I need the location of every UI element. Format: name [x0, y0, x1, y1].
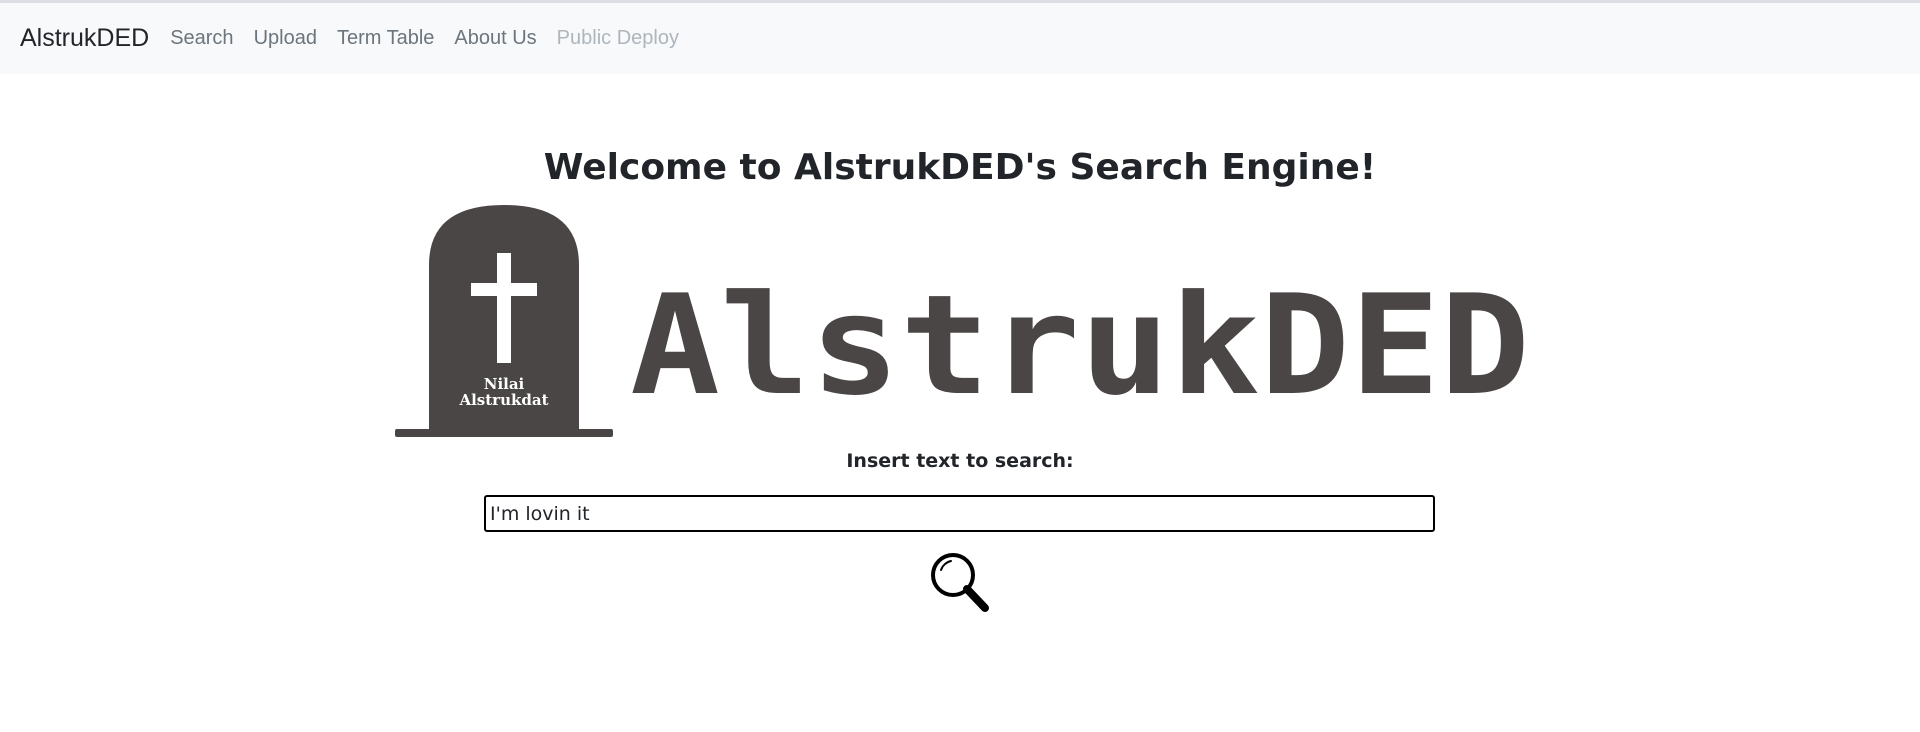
- nav-link-upload[interactable]: Upload: [244, 27, 327, 50]
- nav-link-term-table[interactable]: Term Table: [327, 27, 444, 50]
- navbar: AlstrukDED Search Upload Term Table Abou…: [0, 3, 1920, 74]
- search-button[interactable]: [925, 548, 995, 618]
- tombstone-icon: Nilai Alstrukdat: [395, 205, 613, 437]
- nav-link-about-us[interactable]: About Us: [444, 27, 546, 50]
- search-label: Insert text to search:: [846, 450, 1074, 472]
- nav-links: Search Upload Term Table About Us Public…: [160, 27, 689, 50]
- nav-link-public-deploy: Public Deploy: [556, 27, 679, 49]
- search-input[interactable]: [484, 495, 1435, 532]
- navbar-brand[interactable]: AlstrukDED: [20, 24, 149, 53]
- magnifier-icon: [931, 553, 989, 612]
- alstrukded-logo: Nilai Alstrukdat AlstrukDED: [395, 205, 1530, 437]
- tombstone-text-line2: Alstrukdat: [458, 391, 548, 409]
- logo-wordmark: AlstrukDED: [630, 265, 1530, 426]
- nav-link-search[interactable]: Search: [160, 27, 243, 50]
- page-title: Welcome to AlstrukDED's Search Engine!: [543, 147, 1377, 188]
